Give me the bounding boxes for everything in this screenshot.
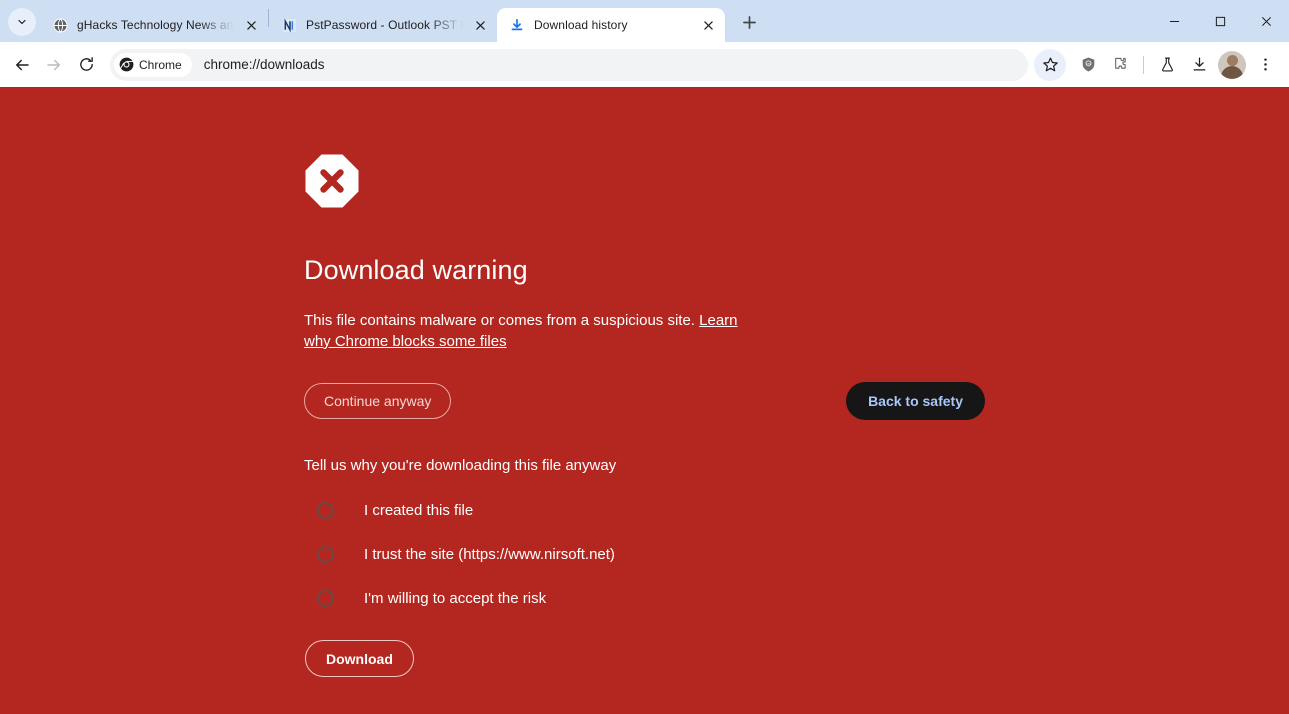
puzzle-icon bbox=[1114, 57, 1126, 69]
svg-text:uo: uo bbox=[1086, 62, 1090, 66]
tab-ghacks[interactable]: gHacks Technology News and A bbox=[40, 8, 268, 42]
forward-button[interactable] bbox=[38, 49, 70, 81]
survey-options: I created this file I trust the site (ht… bbox=[304, 488, 760, 620]
avatar[interactable] bbox=[1218, 50, 1246, 79]
download-button[interactable]: Download bbox=[305, 640, 414, 677]
experiments-button[interactable] bbox=[1151, 49, 1183, 81]
plus-icon bbox=[742, 15, 756, 29]
chrome-scheme-chip[interactable]: Chrome bbox=[114, 52, 192, 77]
tab-pstpassword[interactable]: PstPassword - Outlook PST Pas bbox=[269, 8, 497, 42]
minimize-icon bbox=[1169, 20, 1179, 22]
tab-close-button[interactable] bbox=[699, 16, 717, 34]
continue-anyway-button[interactable]: Continue anyway bbox=[304, 383, 452, 419]
blocked-octagon-icon bbox=[304, 153, 360, 209]
avatar-body bbox=[1221, 65, 1243, 79]
download-icon bbox=[509, 17, 525, 33]
star-icon bbox=[1042, 57, 1058, 72]
radio-circle-icon[interactable] bbox=[317, 589, 334, 607]
radio-circle-icon[interactable] bbox=[317, 545, 334, 563]
close-icon bbox=[246, 20, 256, 30]
arrow-left-icon bbox=[16, 59, 29, 70]
tab-strip: gHacks Technology News and A PstPassword… bbox=[0, 0, 1289, 42]
radio-circle-icon[interactable] bbox=[317, 501, 334, 519]
close-window-button[interactable] bbox=[1243, 0, 1289, 42]
toolbar-separator bbox=[1143, 55, 1144, 74]
extensions-button[interactable] bbox=[1104, 49, 1136, 81]
back-to-safety-button[interactable]: Back to safety bbox=[846, 382, 985, 420]
radio-option-label: I'm willing to accept the risk bbox=[364, 589, 547, 607]
tab-title: PstPassword - Outlook PST Pas bbox=[306, 18, 463, 32]
shield-icon: uo bbox=[1082, 57, 1094, 72]
close-icon bbox=[475, 20, 485, 30]
interstitial-content: Download warning This file contains malw… bbox=[0, 87, 985, 677]
flask-icon bbox=[1161, 57, 1173, 72]
arrow-right-icon bbox=[47, 59, 60, 70]
radio-option-trust-site[interactable]: I trust the site (https://www.nirsoft.ne… bbox=[304, 532, 760, 576]
tab-close-button[interactable] bbox=[242, 16, 260, 34]
page-title: Download warning bbox=[304, 255, 528, 285]
browser-toolbar: Chrome chrome://downloads uo bbox=[0, 42, 1289, 87]
radio-option-created-file[interactable]: I created this file bbox=[304, 488, 760, 532]
chrome-chip-label: Chrome bbox=[139, 57, 182, 72]
chevron-down-icon bbox=[18, 19, 26, 25]
tab-title: gHacks Technology News and A bbox=[77, 18, 234, 32]
maximize-button[interactable] bbox=[1197, 0, 1243, 42]
radio-option-label: I trust the site (https://www.nirsoft.ne… bbox=[364, 545, 615, 563]
new-tab-button[interactable] bbox=[735, 8, 763, 36]
url-text: chrome://downloads bbox=[203, 57, 325, 72]
chrome-logo-icon bbox=[119, 57, 134, 72]
tab-search-button[interactable] bbox=[8, 8, 36, 36]
bookmark-button[interactable] bbox=[1034, 48, 1066, 81]
downloads-button[interactable] bbox=[1183, 49, 1215, 81]
primary-actions: Continue anyway Back to safety bbox=[304, 382, 985, 420]
globe-icon bbox=[52, 17, 68, 33]
download-warning-page: Download warning This file contains malw… bbox=[0, 87, 1289, 714]
close-icon bbox=[703, 20, 713, 30]
reload-button[interactable] bbox=[70, 49, 102, 81]
warning-body-text: This file contains malware or comes from… bbox=[304, 312, 695, 329]
avatar-head bbox=[1226, 54, 1238, 66]
reload-icon bbox=[79, 57, 93, 71]
three-dot-menu-icon bbox=[1263, 58, 1267, 71]
tab-title: Download history bbox=[534, 18, 628, 32]
download-icon bbox=[1193, 57, 1205, 71]
window-controls bbox=[1151, 0, 1289, 42]
warning-description: This file contains malware or comes from… bbox=[304, 310, 760, 352]
minimize-button[interactable] bbox=[1151, 0, 1197, 42]
browser-window: gHacks Technology News and A PstPassword… bbox=[0, 0, 1289, 714]
maximize-icon bbox=[1215, 16, 1225, 26]
radio-option-accept-risk[interactable]: I'm willing to accept the risk bbox=[304, 576, 760, 620]
chrome-menu-button[interactable] bbox=[1249, 49, 1281, 81]
back-button[interactable] bbox=[6, 49, 38, 81]
address-bar[interactable]: Chrome chrome://downloads bbox=[110, 48, 1028, 81]
radio-option-label: I created this file bbox=[364, 501, 474, 519]
ublock-origin-button[interactable]: uo bbox=[1072, 49, 1104, 81]
survey-prompt: Tell us why you're downloading this file… bbox=[304, 457, 617, 474]
tab-download-history[interactable]: Download history bbox=[497, 8, 725, 42]
close-icon bbox=[1261, 16, 1271, 26]
tab-close-button[interactable] bbox=[471, 16, 489, 34]
nirsoft-icon bbox=[281, 17, 297, 33]
